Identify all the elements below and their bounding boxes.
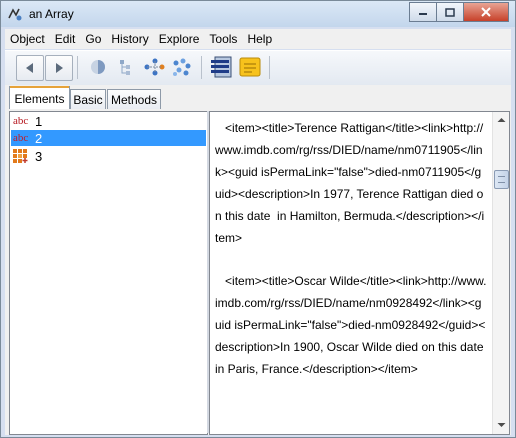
string-icon: abc (13, 132, 29, 144)
dependencies-icon (144, 58, 165, 76)
hierarchy-button[interactable] (113, 55, 139, 79)
tree-item[interactable]: 3 (11, 148, 206, 164)
arrow-down-icon (497, 423, 505, 427)
content-area: abc 1 abc 2 3 <item><title>Terence Ratti… (5, 109, 511, 435)
array-icon (13, 149, 33, 163)
title-bar[interactable]: an Array (1, 1, 515, 27)
menu-tools[interactable]: Tools (204, 32, 242, 46)
notes-button[interactable] (237, 55, 263, 79)
tab-elements[interactable]: Elements (9, 86, 70, 110)
close-button[interactable] (463, 2, 509, 22)
scroll-up-button[interactable] (494, 113, 508, 127)
notes-icon (239, 57, 261, 77)
scroll-down-button[interactable] (494, 418, 508, 432)
graph-button[interactable] (169, 55, 195, 79)
menu-history[interactable]: History (106, 32, 153, 46)
tab-basic-label: Basic (73, 92, 103, 107)
arrow-up-icon (497, 118, 505, 122)
minimize-button[interactable] (409, 2, 436, 22)
window-title: an Array (29, 7, 74, 21)
elements-tree[interactable]: abc 1 abc 2 3 (9, 111, 208, 435)
detail-text[interactable]: <item><title>Terence Rattigan</title><li… (215, 118, 487, 381)
list-view-button[interactable] (209, 55, 235, 79)
detail-pane[interactable]: <item><title>Terence Rattigan</title><li… (209, 111, 510, 435)
menu-bar: Object Edit Go History Explore Tools Hel… (5, 29, 511, 49)
app-window: an Array Object Edit Go History Explore … (0, 0, 516, 438)
toolbar-separator (201, 56, 202, 79)
app-icon (8, 8, 22, 21)
back-button[interactable] (16, 55, 44, 81)
tree-item[interactable]: abc 1 (11, 113, 206, 129)
toolbar-separator (77, 56, 78, 79)
string-icon: abc (13, 115, 29, 127)
back-icon (26, 63, 33, 73)
tree-item-label: 1 (35, 113, 43, 129)
tab-basic[interactable]: Basic (70, 89, 106, 109)
graph-icon (173, 58, 191, 76)
tab-methods[interactable]: Methods (107, 89, 161, 109)
toolbar-separator (269, 56, 270, 79)
hierarchy-icon (120, 60, 130, 75)
tab-elements-label: Elements (14, 91, 65, 106)
inspect-button[interactable] (85, 55, 111, 79)
forward-icon (56, 63, 63, 73)
inspect-icon (91, 60, 105, 74)
maximize-icon (445, 7, 455, 17)
toolbar (5, 50, 511, 86)
tab-strip: Elements Basic Methods (5, 85, 511, 110)
array-grid-icon (13, 149, 28, 163)
menu-explore[interactable]: Explore (154, 32, 205, 46)
maximize-button[interactable] (436, 2, 463, 22)
tree-item-selected[interactable]: abc 2 (11, 130, 206, 146)
forward-button[interactable] (45, 55, 73, 81)
menu-go[interactable]: Go (80, 32, 106, 46)
menu-edit[interactable]: Edit (50, 32, 81, 46)
scroll-thumb[interactable] (494, 170, 509, 189)
menu-help[interactable]: Help (242, 32, 277, 46)
close-icon (481, 7, 491, 17)
tab-methods-label: Methods (110, 92, 158, 107)
tree-item-label: 2 (35, 130, 43, 146)
minimize-icon (419, 13, 427, 15)
list-view-icon (211, 56, 232, 78)
menu-object[interactable]: Object (5, 32, 50, 46)
tree-item-label: 3 (35, 148, 43, 164)
vertical-scrollbar[interactable] (492, 112, 509, 434)
dependencies-button[interactable] (141, 55, 167, 79)
